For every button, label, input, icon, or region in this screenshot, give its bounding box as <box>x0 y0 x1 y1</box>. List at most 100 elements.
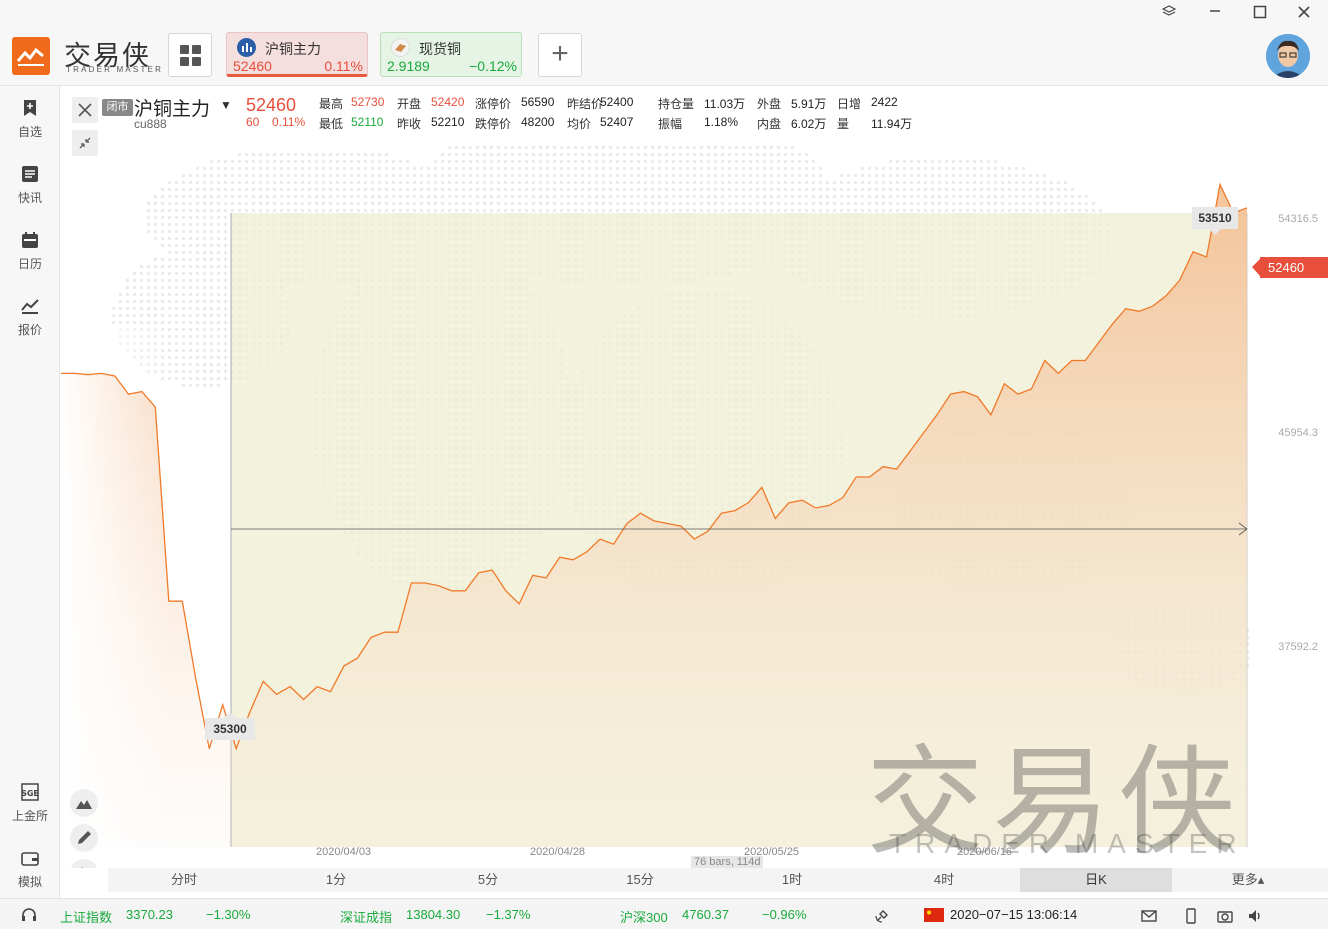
stat-label: 振幅 <box>658 117 683 131</box>
headset-icon[interactable] <box>20 906 38 924</box>
stat-value: 48200 <box>521 115 555 129</box>
stat-label: 昨结价 <box>567 97 604 111</box>
ticker-index-change: −1.30% <box>206 907 251 922</box>
ticker-index-value: 4760.37 <box>682 907 729 922</box>
y-axis-tick: 54316.5 <box>1278 213 1318 225</box>
grid-icon <box>180 45 189 54</box>
bar-chart-icon <box>237 38 256 57</box>
sidebar-item-calendar[interactable]: 日历 <box>0 230 60 272</box>
current-price: 52460 <box>246 95 297 115</box>
sidebar-item-sge[interactable]: SGE 上金所 <box>0 782 60 824</box>
stat-label: 昨收 <box>397 117 422 131</box>
trend-line-icon <box>21 299 39 314</box>
pencil-icon <box>78 831 91 844</box>
indicator-button[interactable] <box>70 859 98 868</box>
tab-name: 现货铜 <box>419 41 461 57</box>
price-change-pct: 0.11% <box>272 115 306 129</box>
close-window-icon[interactable] <box>1297 5 1311 24</box>
sidebar-item-label: 上金所 <box>11 809 48 823</box>
stat-value: 2422 <box>871 95 898 109</box>
ticker-index-value: 13804.30 <box>406 907 461 922</box>
chart-type-button[interactable] <box>70 789 98 817</box>
period-tab[interactable]: 1分 <box>260 868 412 892</box>
copper-bar-icon <box>391 38 410 57</box>
plus-icon: + <box>551 37 569 70</box>
sidebar-item-news[interactable]: 快讯 <box>0 164 60 206</box>
drawing-tool-button[interactable] <box>70 824 98 852</box>
x-axis-tick: 2020/04/28 <box>530 846 586 858</box>
user-avatar[interactable] <box>1266 34 1310 78</box>
close-icon <box>78 103 92 117</box>
stat-label: 内盘 <box>757 117 782 131</box>
period-tab[interactable]: 更多▴ <box>1172 868 1324 892</box>
close-chart-button[interactable] <box>72 97 98 123</box>
app-logo-icon <box>12 37 50 75</box>
bottom-ticker: 上证指数 3370.23 −1.30% 深证成指 13804.30 −1.37%… <box>0 898 1328 929</box>
layout-grid-button[interactable] <box>168 33 212 77</box>
sound-icon[interactable] <box>1246 907 1264 925</box>
camera-icon[interactable] <box>1216 907 1234 925</box>
tab-price: 2.9189 <box>387 58 430 74</box>
stat-label: 跌停价 <box>475 117 512 131</box>
period-tab[interactable]: 5分 <box>412 868 564 892</box>
maximize-icon[interactable] <box>1253 5 1267 24</box>
tab-price: 52460 <box>233 58 272 74</box>
ticker-index-change: −0.96% <box>762 907 807 922</box>
sidebar-item-watchlist[interactable]: 自选 <box>0 98 60 140</box>
ticker-index-name[interactable]: 深证成指 <box>340 907 392 926</box>
left-sidebar: 自选 快讯 日历 报价 SGE 上金所 模拟 <box>0 86 60 898</box>
minimize-icon[interactable] <box>1208 2 1222 23</box>
china-flag-icon <box>924 908 944 922</box>
chart-panel: 交易侠 TRADER MASTER 闭市 沪铜主力 ▼ cu888 52460 … <box>61 86 1328 868</box>
sidebar-item-label: 模拟 <box>17 875 42 889</box>
news-list-icon <box>22 166 38 182</box>
sidebar-item-label: 快讯 <box>17 191 42 205</box>
stat-label: 日增 <box>837 97 862 111</box>
stat-label: 最低 <box>319 117 344 131</box>
tab-change: 0.11% <box>324 58 363 74</box>
stat-label: 持仓量 <box>658 97 695 111</box>
symbol-dropdown-caret-icon[interactable]: ▼ <box>220 98 232 112</box>
wallet-icon <box>21 852 39 866</box>
bookmark-plus-icon <box>24 100 36 116</box>
tab-copper-main[interactable]: 沪铜主力 52460 0.11% <box>226 32 368 77</box>
indicator-icon <box>81 866 83 868</box>
ticker-index-name[interactable]: 上证指数 <box>60 907 112 926</box>
tab-spot-copper[interactable]: 现货铜 2.9189 −0.12% <box>380 32 522 77</box>
stat-value: 6.02万 <box>791 117 827 131</box>
stat-label: 涨停价 <box>475 97 512 111</box>
ticker-index-value: 3370.23 <box>126 907 173 922</box>
period-tab[interactable]: 分时 <box>108 868 260 892</box>
tab-change: −0.12% <box>469 58 517 74</box>
stat-label: 最高 <box>319 97 344 111</box>
market-status-badge: 闭市 <box>102 99 133 116</box>
period-selector: 分时 1分 5分 15分 1时 4时 日K 更多▴ <box>108 868 1328 892</box>
stat-value: 5.91万 <box>791 97 827 111</box>
ticker-index-name[interactable]: 沪深300 <box>620 907 668 926</box>
period-tab[interactable]: 日K <box>1020 868 1172 892</box>
layers-icon[interactable] <box>1161 4 1177 23</box>
y-axis-tick: 37592.2 <box>1278 641 1318 653</box>
x-axis-tick: 2020/04/03 <box>316 846 372 858</box>
add-tab-button[interactable]: + <box>538 33 582 77</box>
stat-value: 11.03万 <box>704 97 746 111</box>
stat-value: 52407 <box>600 115 634 129</box>
sidebar-item-quotes[interactable]: 报价 <box>0 296 60 338</box>
satellite-icon[interactable] <box>873 907 891 925</box>
stat-value: 56590 <box>521 95 555 109</box>
sidebar-item-label: 自选 <box>17 125 42 139</box>
mountain-icon <box>76 800 92 809</box>
stat-label: 均价 <box>567 117 592 131</box>
sge-icon: SGE <box>21 783 39 801</box>
period-tab[interactable]: 4时 <box>868 868 1020 892</box>
shrink-chart-button[interactable] <box>72 130 98 156</box>
stat-value: 52210 <box>431 115 465 129</box>
phone-icon[interactable] <box>1182 907 1200 925</box>
sidebar-item-simulation[interactable]: 模拟 <box>0 848 60 890</box>
sidebar-item-label: 日历 <box>17 257 42 271</box>
stat-label: 开盘 <box>397 97 422 111</box>
mail-icon[interactable] <box>1140 907 1158 925</box>
period-tab[interactable]: 15分 <box>564 868 716 892</box>
current-datetime: 2020−07−15 13:06:14 <box>950 907 1078 922</box>
period-tab[interactable]: 1时 <box>716 868 868 892</box>
